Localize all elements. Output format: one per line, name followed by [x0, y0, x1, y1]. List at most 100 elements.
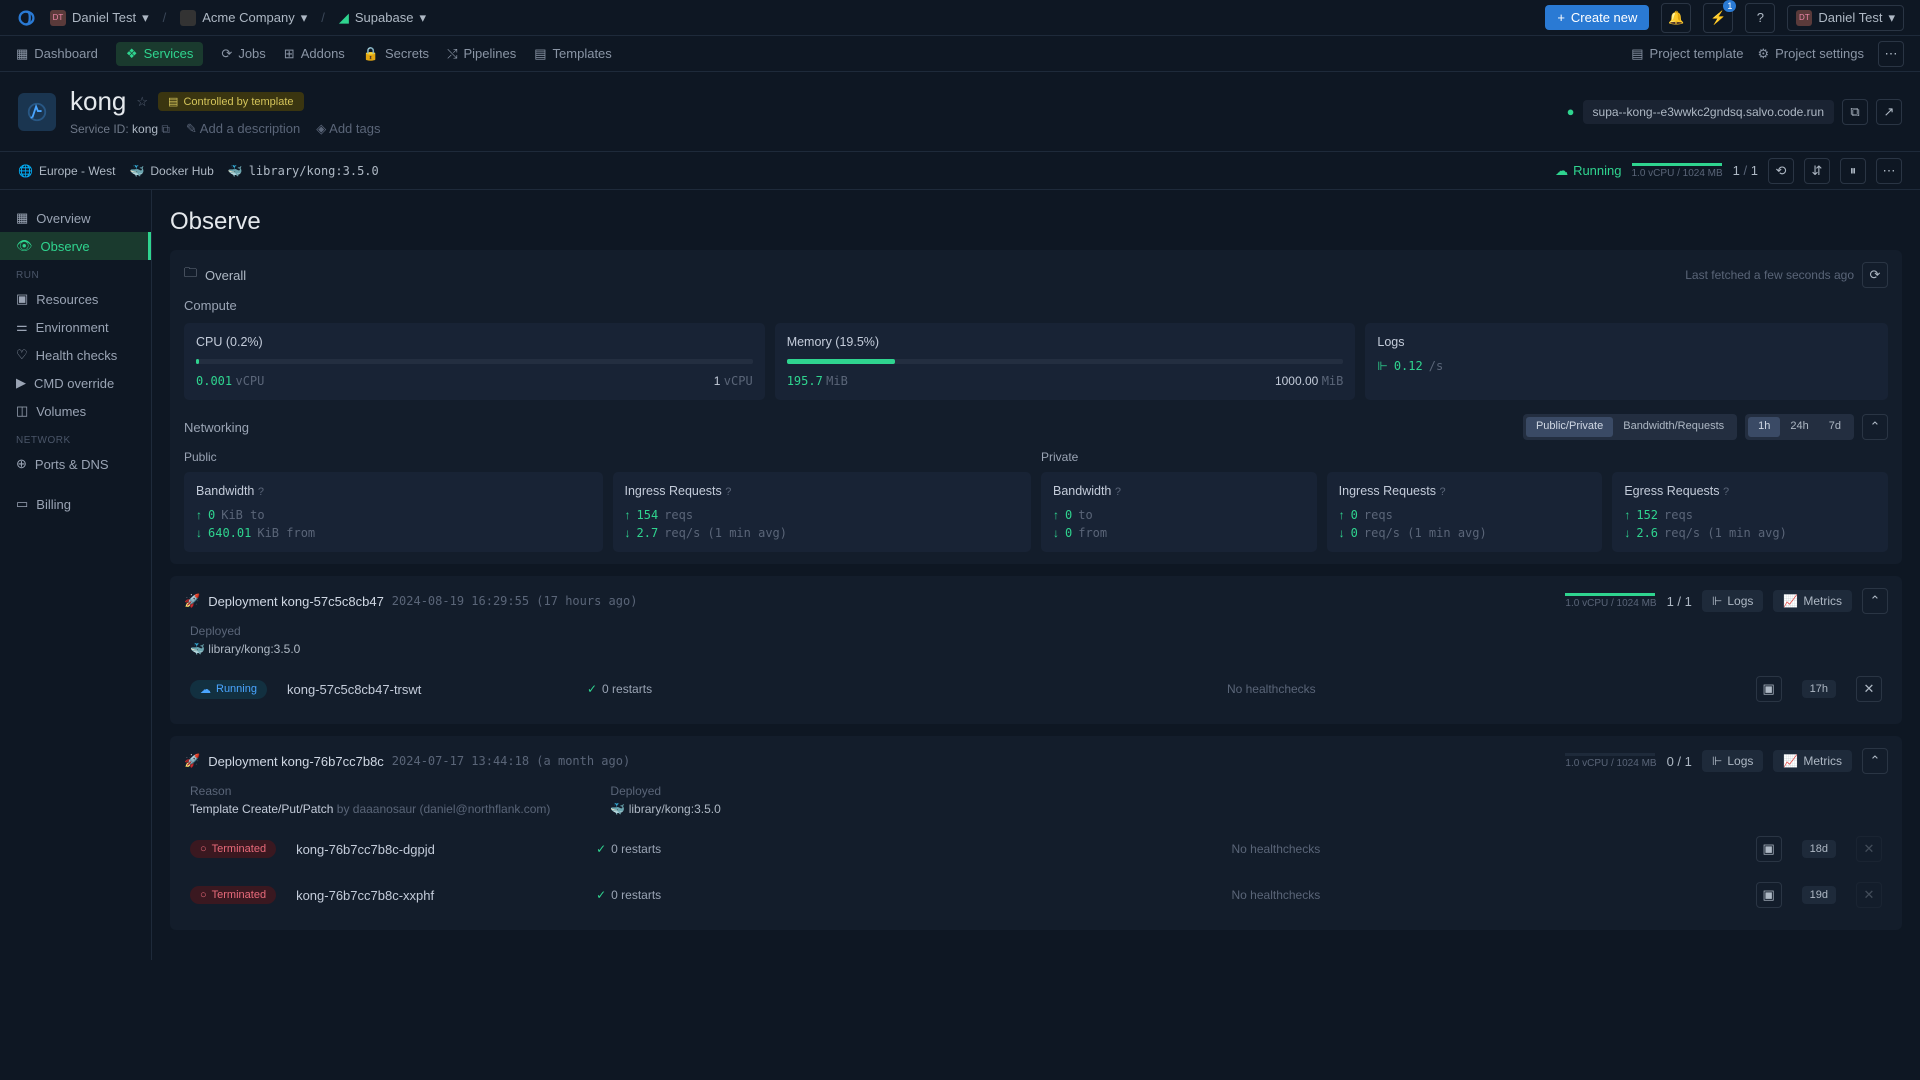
sidebar-item-resources[interactable]: ▣Resources: [0, 285, 151, 313]
download-icon: ↓: [1624, 526, 1630, 540]
restart-button[interactable]: ⟲: [1768, 158, 1794, 184]
time-range-toggle[interactable]: 1h24h7d: [1745, 414, 1854, 440]
terminal-icon: ▣: [1762, 681, 1774, 697]
logs-button[interactable]: ⊩Logs: [1702, 590, 1763, 612]
tag-icon: ◈: [316, 121, 326, 136]
project-template-link[interactable]: ▤Project template: [1631, 46, 1743, 62]
copy-icon: ⧉: [1850, 104, 1859, 120]
open-host-button[interactable]: ↗: [1876, 99, 1902, 125]
registry: 🐳Docker Hub: [129, 164, 213, 178]
tab-secrets[interactable]: 🔒Secrets: [363, 42, 429, 66]
pod-terminal-button[interactable]: ▣: [1756, 676, 1782, 702]
sidebar-item-billing[interactable]: ▭Billing: [0, 490, 151, 518]
copy-host-button[interactable]: ⧉: [1842, 99, 1868, 125]
more-actions-button[interactable]: ⋯: [1876, 158, 1902, 184]
chevron-down-icon: ▾: [419, 10, 426, 26]
restart-icon: ⟲: [1776, 163, 1787, 179]
create-new-button[interactable]: +Create new: [1545, 5, 1649, 30]
cloud-icon: ☁: [1555, 163, 1568, 179]
deployment-panel: 🚀Deployment kong-76b7cc7b8c2024-07-17 13…: [170, 736, 1902, 930]
close-icon: ✕: [1864, 841, 1875, 857]
puzzle-icon: ⊞: [284, 46, 295, 62]
terminal-icon: ▶: [16, 375, 26, 391]
add-tags[interactable]: ◈ Add tags: [316, 121, 380, 137]
pod-row: ○Terminated kong-76b7cc7b8c-xxphf ✓0 res…: [184, 872, 1888, 918]
eye-icon: 👁: [16, 238, 33, 254]
tab-services[interactable]: ❖Services: [116, 42, 204, 66]
check-icon: ✓: [596, 888, 606, 902]
collapse-networking-button[interactable]: ⌃: [1862, 414, 1888, 440]
help-icon[interactable]: ?: [1723, 486, 1729, 498]
globe-icon: 🌐: [18, 164, 33, 178]
terminal-icon: ▣: [1762, 887, 1774, 903]
tab-dashboard[interactable]: ▦Dashboard: [16, 42, 98, 66]
external-icon: ↗: [1884, 104, 1895, 120]
plus-icon: +: [1557, 10, 1565, 25]
pod-age: 19d: [1802, 886, 1836, 904]
rocket-icon: 🚀: [184, 593, 200, 609]
add-description[interactable]: ✎ Add a description: [186, 121, 300, 137]
service-host[interactable]: supa--kong--e3wwkc2gndsq.salvo.code.run: [1583, 100, 1834, 124]
crumb-org[interactable]: DTDaniel Test▾: [50, 10, 149, 26]
sidebar-item-volumes[interactable]: ◫Volumes: [0, 397, 151, 425]
help-icon[interactable]: ?: [258, 486, 264, 498]
tab-pipelines[interactable]: ⤭Pipelines: [447, 42, 516, 66]
notifications-button[interactable]: 🔔: [1661, 3, 1691, 33]
folder-icon: 🗀: [184, 264, 197, 286]
scale-button[interactable]: ⇵: [1804, 158, 1830, 184]
sidebar: ▦Overview 👁Observe RUN ▣Resources ⚌Envir…: [0, 190, 152, 960]
run-icon: ⟳: [221, 46, 232, 62]
help-icon[interactable]: ?: [725, 486, 731, 498]
image: 🐳library/kong:3.5.0: [228, 164, 379, 178]
deployment-resource-bar: 1.0 vCPU / 1024 MB: [1565, 753, 1656, 769]
sidebar-item-observe[interactable]: 👁Observe: [0, 232, 151, 260]
collapse-button[interactable]: ⌃: [1862, 748, 1888, 774]
sliders-icon: ⚌: [16, 319, 28, 335]
logs-icon: ⊩: [1712, 754, 1722, 768]
port-icon: ⊕: [16, 456, 27, 472]
tab-jobs[interactable]: ⟳Jobs: [221, 42, 265, 66]
pod-terminal-button[interactable]: ▣: [1756, 836, 1782, 862]
pod-terminal-button[interactable]: ▣: [1756, 882, 1782, 908]
collapse-button[interactable]: ⌃: [1862, 588, 1888, 614]
crumb-company[interactable]: Acme Company▾: [180, 10, 307, 26]
download-icon: ↓: [196, 526, 202, 540]
copy-icon[interactable]: ⧉: [161, 122, 170, 136]
shield-icon: ●: [1567, 104, 1575, 119]
sidebar-item-cmd[interactable]: ▶CMD override: [0, 369, 151, 397]
download-icon: ↓: [1339, 526, 1345, 540]
tab-templates[interactable]: ▤Templates: [534, 42, 612, 66]
help-button[interactable]: ?: [1745, 3, 1775, 33]
metrics-button[interactable]: 📈Metrics: [1773, 590, 1852, 612]
pod-status: ○Terminated: [190, 840, 276, 858]
lock-icon: 🔒: [363, 46, 379, 62]
sidebar-item-overview[interactable]: ▦Overview: [0, 204, 151, 232]
upload-icon: ↑: [1339, 508, 1345, 522]
metrics-button[interactable]: 📈Metrics: [1773, 750, 1852, 772]
help-icon[interactable]: ?: [1115, 486, 1121, 498]
app-logo[interactable]: [16, 7, 38, 29]
tab-addons[interactable]: ⊞Addons: [284, 42, 345, 66]
star-icon[interactable]: ☆: [136, 94, 148, 110]
compute-section: Compute: [184, 298, 1888, 313]
pod-delete-button: ✕: [1856, 882, 1882, 908]
more-button[interactable]: ⋯: [1878, 41, 1904, 67]
activity-button[interactable]: ⚡1: [1703, 3, 1733, 33]
pause-button[interactable]: ⏸: [1840, 158, 1866, 184]
help-icon[interactable]: ?: [1439, 486, 1445, 498]
user-menu[interactable]: DTDaniel Test▾: [1787, 5, 1904, 31]
chevron-down-icon: ▾: [142, 10, 149, 26]
refresh-button[interactable]: ⟳: [1862, 262, 1888, 288]
pod-delete-button[interactable]: ✕: [1856, 676, 1882, 702]
crumb-project[interactable]: ◢Supabase▾: [339, 10, 426, 26]
public-bandwidth-card: Bandwidth ? ↑0KiB to ↓640.01KiB from: [184, 472, 603, 552]
cloud-icon: ☁: [200, 683, 211, 696]
sidebar-item-environment[interactable]: ⚌Environment: [0, 313, 151, 341]
sidebar-item-health[interactable]: ♡Health checks: [0, 341, 151, 369]
view-mode-toggle[interactable]: Public/PrivateBandwidth/Requests: [1523, 414, 1737, 440]
logs-button[interactable]: ⊩Logs: [1702, 750, 1763, 772]
project-settings-link[interactable]: ⚙Project settings: [1757, 46, 1864, 62]
sidebar-item-ports[interactable]: ⊕Ports & DNS: [0, 450, 151, 478]
logs-icon: ⊩: [1712, 594, 1722, 608]
running-status: ☁Running: [1555, 163, 1621, 179]
